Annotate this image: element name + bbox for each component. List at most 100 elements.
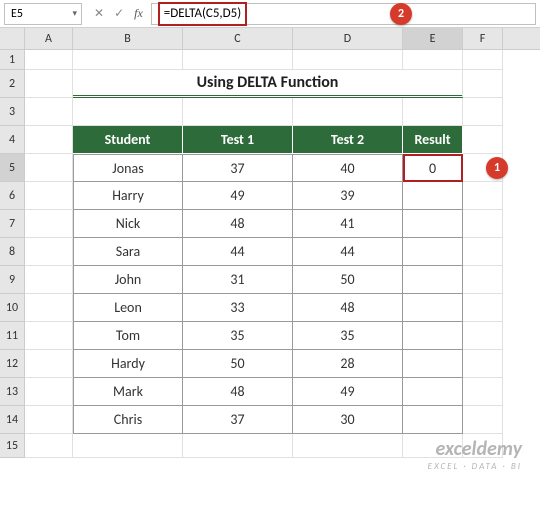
- cell-result[interactable]: [403, 182, 463, 210]
- cell[interactable]: [463, 238, 503, 266]
- dropdown-icon[interactable]: ▾: [72, 8, 77, 19]
- cell[interactable]: [403, 50, 463, 70]
- cell-student[interactable]: Tom: [73, 322, 183, 350]
- cell[interactable]: [25, 70, 73, 98]
- cell[interactable]: [25, 50, 73, 70]
- cell[interactable]: [293, 98, 403, 126]
- cell-result[interactable]: [403, 266, 463, 294]
- cell-test1[interactable]: 50: [183, 350, 293, 378]
- cell[interactable]: [403, 434, 463, 458]
- cell-result[interactable]: [403, 350, 463, 378]
- row-header[interactable]: 14: [0, 406, 25, 434]
- cell-test1[interactable]: 33: [183, 294, 293, 322]
- cell[interactable]: [463, 210, 503, 238]
- row-header[interactable]: 2: [0, 70, 25, 98]
- row-header[interactable]: 9: [0, 266, 25, 294]
- cell-test1[interactable]: 35: [183, 322, 293, 350]
- cell-test2[interactable]: 39: [293, 182, 403, 210]
- cell-test2[interactable]: 44: [293, 238, 403, 266]
- cell[interactable]: [183, 50, 293, 70]
- cell-test2[interactable]: 41: [293, 210, 403, 238]
- cell[interactable]: [25, 406, 73, 434]
- cell-test1[interactable]: 48: [183, 210, 293, 238]
- cell[interactable]: [293, 434, 403, 458]
- cell[interactable]: [25, 154, 73, 182]
- cell[interactable]: [183, 98, 293, 126]
- cell-result[interactable]: [403, 294, 463, 322]
- cell[interactable]: [463, 266, 503, 294]
- col-header-D[interactable]: D: [293, 28, 403, 49]
- cell-student[interactable]: Jonas: [73, 154, 183, 182]
- cell[interactable]: [463, 126, 503, 154]
- cell-result[interactable]: [403, 378, 463, 406]
- cell-test1[interactable]: 31: [183, 266, 293, 294]
- cancel-icon[interactable]: ✕: [94, 6, 104, 21]
- cell[interactable]: [25, 98, 73, 126]
- cell[interactable]: [183, 434, 293, 458]
- cell[interactable]: [463, 294, 503, 322]
- cell[interactable]: [25, 238, 73, 266]
- header-test1[interactable]: Test 1: [183, 126, 293, 154]
- col-header-F[interactable]: F: [463, 28, 503, 49]
- cell[interactable]: [463, 378, 503, 406]
- cell-student[interactable]: Leon: [73, 294, 183, 322]
- cell-result[interactable]: [403, 210, 463, 238]
- cell-test1[interactable]: 49: [183, 182, 293, 210]
- cell-test2[interactable]: 40: [293, 154, 403, 182]
- cell[interactable]: [25, 378, 73, 406]
- cell-test2[interactable]: 50: [293, 266, 403, 294]
- cell[interactable]: [25, 210, 73, 238]
- header-test2[interactable]: Test 2: [293, 126, 403, 154]
- cell[interactable]: [25, 350, 73, 378]
- col-header-A[interactable]: A: [25, 28, 73, 49]
- cell[interactable]: [25, 182, 73, 210]
- row-header[interactable]: 4: [0, 126, 25, 154]
- row-header[interactable]: 12: [0, 350, 25, 378]
- cell-result[interactable]: [403, 322, 463, 350]
- row-header[interactable]: 11: [0, 322, 25, 350]
- cell-test2[interactable]: 30: [293, 406, 403, 434]
- cell-test1[interactable]: 48: [183, 378, 293, 406]
- row-header[interactable]: 13: [0, 378, 25, 406]
- row-header[interactable]: 1: [0, 50, 25, 70]
- cell-student[interactable]: Nick: [73, 210, 183, 238]
- row-header[interactable]: 10: [0, 294, 25, 322]
- cell[interactable]: [463, 50, 503, 70]
- row-header[interactable]: 15: [0, 434, 25, 458]
- cell[interactable]: [463, 70, 503, 98]
- row-header[interactable]: 5: [0, 154, 25, 182]
- cell-test2[interactable]: 28: [293, 350, 403, 378]
- row-header[interactable]: 3: [0, 98, 25, 126]
- cell-result[interactable]: [403, 406, 463, 434]
- cell[interactable]: [463, 406, 503, 434]
- col-header-C[interactable]: C: [183, 28, 293, 49]
- cell-test1[interactable]: 37: [183, 154, 293, 182]
- title-cell[interactable]: Using DELTA Function: [73, 70, 463, 98]
- cell[interactable]: [25, 266, 73, 294]
- row-header[interactable]: 8: [0, 238, 25, 266]
- cell[interactable]: [463, 98, 503, 126]
- cell[interactable]: [293, 50, 403, 70]
- header-student[interactable]: Student: [73, 126, 183, 154]
- header-result[interactable]: Result: [403, 126, 463, 154]
- cell-student[interactable]: Sara: [73, 238, 183, 266]
- cell-test1[interactable]: 37: [183, 406, 293, 434]
- cell-student[interactable]: Harry: [73, 182, 183, 210]
- cell-test2[interactable]: 48: [293, 294, 403, 322]
- cell[interactable]: [463, 182, 503, 210]
- formula-input[interactable]: =DELTA(C5,D5): [151, 3, 536, 25]
- cell-result[interactable]: [403, 238, 463, 266]
- select-all-corner[interactable]: [0, 28, 25, 49]
- cell[interactable]: [25, 294, 73, 322]
- cell[interactable]: [463, 350, 503, 378]
- cell[interactable]: [25, 126, 73, 154]
- cell-student[interactable]: Chris: [73, 406, 183, 434]
- name-box[interactable]: E5 ▾: [4, 3, 82, 25]
- cell-result-E5[interactable]: 0: [403, 154, 463, 182]
- cell[interactable]: [25, 322, 73, 350]
- cell[interactable]: 1: [463, 154, 503, 182]
- fx-icon[interactable]: fx: [134, 6, 143, 21]
- cell-test2[interactable]: 49: [293, 378, 403, 406]
- cell[interactable]: [403, 98, 463, 126]
- col-header-B[interactable]: B: [73, 28, 183, 49]
